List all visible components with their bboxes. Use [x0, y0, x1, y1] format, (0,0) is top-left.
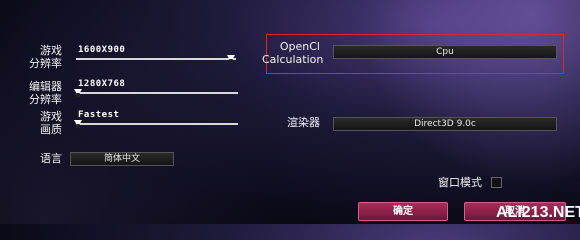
windowed-mode-checkbox[interactable] — [491, 177, 502, 188]
watermark-text: ALI213.NET — [496, 204, 580, 221]
editor-resolution-label-line2: 分辨率 — [29, 93, 62, 106]
editor-resolution-value: 1280X768 — [78, 79, 126, 89]
game-resolution-slider-handle[interactable] — [227, 55, 235, 63]
renderer-select[interactable]: Direct3D 9.0c — [333, 117, 557, 131]
game-resolution-slider-track[interactable] — [76, 58, 236, 60]
game-quality-label-line2: 画质 — [40, 123, 62, 136]
ok-button[interactable]: 确定 — [358, 202, 448, 221]
renderer-label: 渲染器 — [287, 116, 320, 129]
game-quality-label: 游戏 画质 — [12, 110, 62, 136]
language-label: 语言 — [40, 152, 62, 165]
game-quality-label-line1: 游戏 — [40, 110, 62, 123]
opencl-label: OpenCl Calculation — [262, 40, 324, 66]
game-resolution-value: 1600X900 — [78, 45, 126, 55]
game-quality-slider-track[interactable] — [76, 123, 238, 125]
opencl-select[interactable]: Cpu — [333, 45, 557, 59]
game-resolution-label-line2: 分辨率 — [29, 57, 62, 70]
editor-resolution-slider-track[interactable] — [76, 92, 238, 94]
game-quality-value: Fastest — [78, 110, 120, 120]
editor-resolution-label: 编辑器 分辨率 — [12, 80, 62, 106]
game-resolution-label: 游戏 分辨率 — [12, 44, 62, 70]
opencl-label-line1: OpenCl — [279, 40, 320, 53]
editor-resolution-slider-handle[interactable] — [74, 89, 82, 97]
game-quality-slider-handle[interactable] — [74, 120, 82, 128]
game-resolution-label-line1: 游戏 — [40, 44, 62, 57]
opencl-label-line2: Calculation — [262, 53, 324, 66]
windowed-mode-label: 窗口模式 — [438, 176, 482, 189]
language-select[interactable]: 简体中文 — [70, 152, 174, 166]
editor-resolution-label-line1: 编辑器 — [29, 80, 62, 93]
